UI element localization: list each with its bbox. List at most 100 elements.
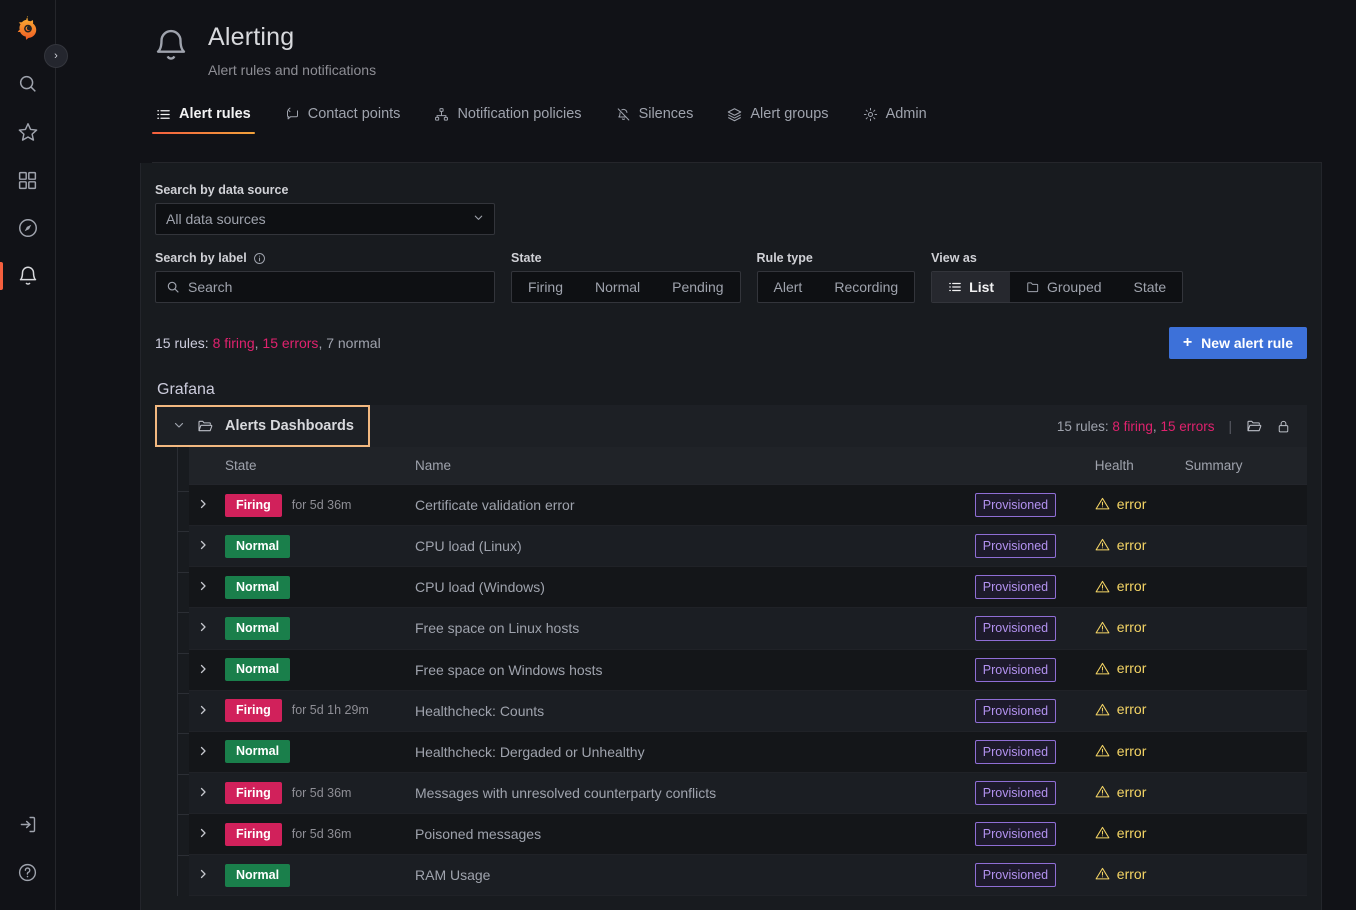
label-search-text: Search by label <box>155 251 247 265</box>
content-panel: Search by data source All data sources S… <box>140 163 1322 910</box>
tab-alert-groups[interactable]: Alert groups <box>723 100 832 133</box>
tab-notification-policies[interactable]: Notification policies <box>430 100 585 133</box>
row-rule-name[interactable]: Messages with unresolved counterparty co… <box>407 772 967 813</box>
row-health-cell: error <box>1087 855 1177 896</box>
expand-nav-button[interactable]: › <box>44 44 68 68</box>
datasource-label: Search by data source <box>155 183 1307 197</box>
row-rule-name[interactable]: Free space on Linux hosts <box>407 608 967 649</box>
table-row[interactable]: NormalFree space on Windows hostsProvisi… <box>189 649 1307 690</box>
rule-type-option-alert[interactable]: Alert <box>758 272 819 302</box>
health-status: error <box>1095 784 1147 800</box>
row-expand-caret[interactable] <box>189 485 217 526</box>
table-head: State Name Health Summary <box>189 447 1307 485</box>
view-as-option-state[interactable]: State <box>1118 272 1183 302</box>
tab-alert-rules[interactable]: Alert rules <box>152 100 255 133</box>
table-row[interactable]: Firingfor 5d 1h 29mHealthcheck: CountsPr… <box>189 690 1307 731</box>
folder-export-icon[interactable] <box>1246 418 1262 434</box>
title-row: Alerting Alert rules and notifications <box>152 22 1356 78</box>
sidebar-item-help[interactable] <box>0 848 56 896</box>
search-placeholder: Search <box>188 279 232 295</box>
datasource-value: All data sources <box>166 211 266 227</box>
row-expand-caret[interactable] <box>189 567 217 608</box>
row-rule-name[interactable]: CPU load (Linux) <box>407 526 967 567</box>
warning-icon <box>1095 620 1110 635</box>
tab-admin[interactable]: Admin <box>859 100 931 133</box>
state-option-firing[interactable]: Firing <box>512 272 579 302</box>
state-option-pending[interactable]: Pending <box>656 272 739 302</box>
col-summary: Summary <box>1177 447 1307 485</box>
signin-icon <box>17 814 38 835</box>
row-expand-caret[interactable] <box>189 772 217 813</box>
sidebar-item-dashboards[interactable] <box>0 156 56 204</box>
warning-icon <box>1095 579 1110 594</box>
health-status: error <box>1095 496 1147 512</box>
row-expand-caret[interactable] <box>189 608 217 649</box>
state-option-normal[interactable]: Normal <box>579 272 656 302</box>
summary-errors: 15 errors <box>262 335 318 351</box>
table-row[interactable]: Firingfor 5d 36mPoisoned messagesProvisi… <box>189 814 1307 855</box>
row-rule-name[interactable]: RAM Usage <box>407 855 967 896</box>
lock-icon[interactable] <box>1276 419 1291 434</box>
row-expand-caret[interactable] <box>189 526 217 567</box>
dashboards-icon <box>17 170 38 191</box>
row-expand-caret[interactable] <box>189 855 217 896</box>
table-row[interactable]: NormalRAM UsageProvisionederror <box>189 855 1307 896</box>
view-as-label: View as <box>931 251 1183 265</box>
table-row[interactable]: NormalCPU load (Windows)Provisionederror <box>189 567 1307 608</box>
row-expand-caret[interactable] <box>189 731 217 772</box>
table-row[interactable]: NormalHealthcheck: Dergaded or Unhealthy… <box>189 731 1307 772</box>
sidebar-item-search[interactable] <box>0 60 56 108</box>
row-expand-caret[interactable] <box>189 649 217 690</box>
tree-guide-tick <box>177 572 189 573</box>
tree-guide-tick <box>177 531 189 532</box>
row-rule-name[interactable]: CPU load (Windows) <box>407 567 967 608</box>
table-row[interactable]: Firingfor 5d 36mMessages with unresolved… <box>189 772 1307 813</box>
row-health-cell: error <box>1087 772 1177 813</box>
folder-header-row: Alerts Dashboards 15 rules: 8 firing, 15… <box>155 405 1307 447</box>
tab-label: Silences <box>639 106 694 122</box>
title-block: Alerting Alert rules and notifications <box>208 22 376 78</box>
row-rule-name[interactable]: Poisoned messages <box>407 814 967 855</box>
row-rule-name[interactable]: Healthcheck: Dergaded or Unhealthy <box>407 731 967 772</box>
provisioned-badge: Provisioned <box>975 493 1056 517</box>
alerting-bell-icon <box>17 265 39 287</box>
tab-contact-points[interactable]: Contact points <box>281 100 405 133</box>
sidebar-item-alerting[interactable] <box>0 252 56 300</box>
sidebar-item-explore[interactable] <box>0 204 56 252</box>
row-summary <box>1177 772 1307 813</box>
view-as-option-grouped[interactable]: Grouped <box>1010 272 1117 302</box>
search-icon <box>17 73 39 95</box>
row-rule-name[interactable]: Certificate validation error <box>407 485 967 526</box>
new-alert-rule-button[interactable]: + New alert rule <box>1169 327 1307 359</box>
health-label: error <box>1117 619 1147 635</box>
row-summary <box>1177 690 1307 731</box>
row-rule-name[interactable]: Free space on Windows hosts <box>407 649 967 690</box>
tree-guide-tick <box>177 612 189 613</box>
folder-toggle[interactable]: Alerts Dashboards <box>155 405 370 447</box>
warning-icon <box>1095 866 1110 881</box>
sidebar-item-starred[interactable] <box>0 108 56 156</box>
tree-guide-tick <box>177 774 189 775</box>
rule-type-option-recording[interactable]: Recording <box>818 272 914 302</box>
datasource-select[interactable]: All data sources <box>155 203 495 235</box>
info-circle-icon[interactable] <box>253 252 266 265</box>
row-summary <box>1177 731 1307 772</box>
table-row[interactable]: NormalFree space on Linux hostsProvision… <box>189 608 1307 649</box>
grafana-logo[interactable] <box>12 12 44 44</box>
view-as-option-list[interactable]: List <box>932 272 1010 302</box>
sidebar-item-signin[interactable] <box>0 800 56 848</box>
rule-type-filter: Rule type Alert Recording <box>757 251 916 303</box>
label-search-input[interactable]: Search <box>155 271 495 303</box>
table-row[interactable]: NormalCPU load (Linux)Provisionederror <box>189 526 1307 567</box>
row-rule-name[interactable]: Healthcheck: Counts <box>407 690 967 731</box>
filter-row-2: Search by label <box>155 251 1307 303</box>
table-body: Firingfor 5d 36mCertificate validation e… <box>189 485 1307 896</box>
col-health: Health <box>1087 447 1177 485</box>
row-expand-caret[interactable] <box>189 690 217 731</box>
tab-silences[interactable]: Silences <box>612 100 698 133</box>
row-expand-caret[interactable] <box>189 814 217 855</box>
provisioned-badge: Provisioned <box>975 534 1056 558</box>
chevron-right-icon: › <box>54 50 58 62</box>
provisioned-badge: Provisioned <box>975 740 1056 764</box>
table-row[interactable]: Firingfor 5d 36mCertificate validation e… <box>189 485 1307 526</box>
